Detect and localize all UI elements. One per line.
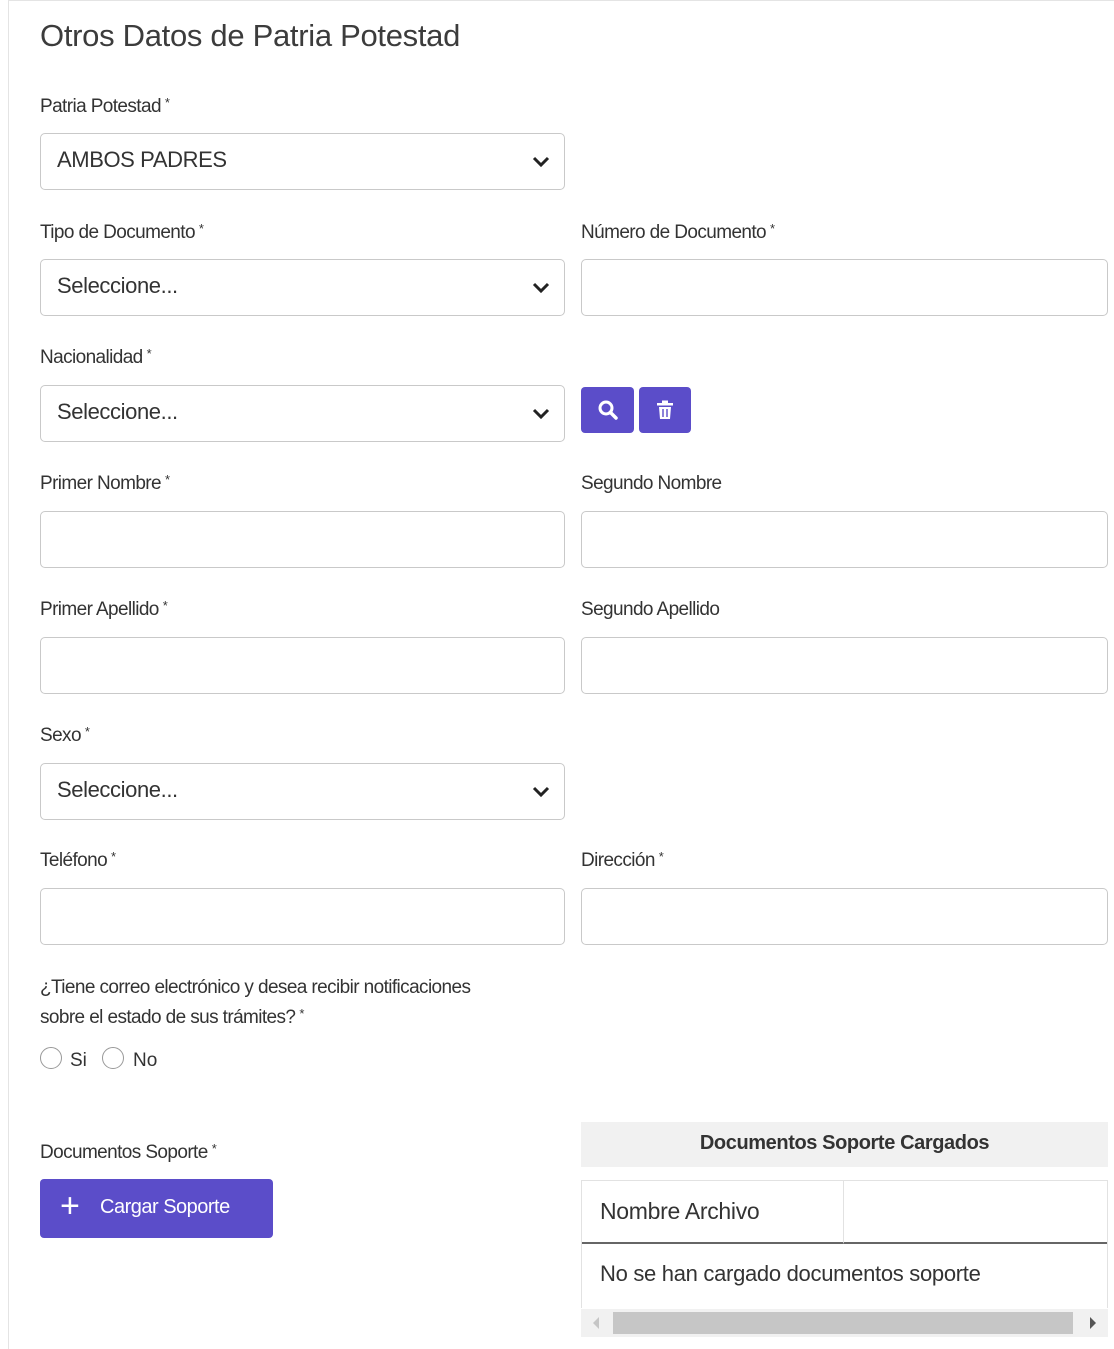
empty-table-message: No se han cargado documentos soporte xyxy=(600,1261,981,1286)
support-docs-table-title: Documentos Soporte Cargados xyxy=(699,1132,990,1154)
tipo-documento-value: Seleccione... xyxy=(57,273,178,298)
tipo-documento-select[interactable]: Seleccione... xyxy=(40,259,565,316)
email-radio-si-label: Si xyxy=(70,1050,87,1071)
patria-potestad-label: Patria Potestad * xyxy=(40,95,170,117)
numero-documento-label: Número de Documento * xyxy=(581,221,775,243)
patria-potestad-select[interactable]: AMBOS PADRES xyxy=(40,133,565,190)
plus-icon: + xyxy=(60,1187,80,1225)
search-button[interactable] xyxy=(581,387,634,433)
patria-potestad-value: AMBOS PADRES xyxy=(57,147,227,172)
scrollbar-thumb[interactable] xyxy=(613,1312,1073,1334)
segundo-nombre-label: Segundo Nombre xyxy=(581,473,722,494)
segundo-apellido-input[interactable] xyxy=(581,637,1108,694)
sexo-value: Seleccione... xyxy=(57,777,178,802)
cargar-soporte-label: Cargar Soporte xyxy=(100,1196,230,1218)
scroll-right-arrow-icon[interactable] xyxy=(1090,1317,1096,1329)
direccion-label: Dirección * xyxy=(581,849,664,871)
support-docs-label: Documentos Soporte * xyxy=(40,1141,217,1163)
email-question-line1: ¿Tiene correo electrónico y desea recibi… xyxy=(40,977,471,998)
primer-apellido-input[interactable] xyxy=(40,637,565,694)
segundo-apellido-label: Segundo Apellido xyxy=(581,599,720,620)
page-title: Otros Datos de Patria Potestad xyxy=(40,18,461,53)
column-header-empty xyxy=(844,1181,1107,1244)
search-icon xyxy=(598,400,618,420)
email-radio-si[interactable] xyxy=(40,1047,62,1069)
support-docs-table-title-bar: Documentos Soporte Cargados xyxy=(581,1122,1108,1167)
primer-nombre-label: Primer Nombre * xyxy=(40,472,170,494)
primer-apellido-label: Primer Apellido * xyxy=(40,598,168,620)
telefono-input[interactable] xyxy=(40,888,565,945)
segundo-nombre-input[interactable] xyxy=(581,511,1108,568)
telefono-label: Teléfono * xyxy=(40,849,116,871)
email-radio-no-label: No xyxy=(133,1050,158,1071)
sexo-label: Sexo * xyxy=(40,724,90,746)
trash-icon xyxy=(657,400,673,419)
support-docs-table: Nombre Archivo No se han cargado documen… xyxy=(581,1180,1108,1308)
chevron-down-icon xyxy=(532,786,550,798)
direccion-input[interactable] xyxy=(581,888,1108,945)
chevron-down-icon xyxy=(532,408,550,420)
nacionalidad-label: Nacionalidad * xyxy=(40,346,152,368)
column-header-nombre-archivo[interactable]: Nombre Archivo xyxy=(582,1181,844,1244)
nacionalidad-value: Seleccione... xyxy=(57,399,178,424)
email-radio-no[interactable] xyxy=(102,1047,124,1069)
email-question-line2: sobre el estado de sus trámites? * xyxy=(40,1006,305,1028)
cargar-soporte-button[interactable]: + Cargar Soporte xyxy=(40,1179,273,1238)
numero-documento-input[interactable] xyxy=(581,259,1108,316)
horizontal-scrollbar[interactable] xyxy=(581,1309,1108,1337)
primer-nombre-input[interactable] xyxy=(40,511,565,568)
chevron-down-icon xyxy=(532,282,550,294)
nacionalidad-select[interactable]: Seleccione... xyxy=(40,385,565,442)
chevron-down-icon xyxy=(532,156,550,168)
delete-button[interactable] xyxy=(639,387,691,433)
tipo-documento-label: Tipo de Documento * xyxy=(40,221,204,243)
sexo-select[interactable]: Seleccione... xyxy=(40,763,565,820)
scroll-left-arrow-icon[interactable] xyxy=(593,1317,599,1329)
